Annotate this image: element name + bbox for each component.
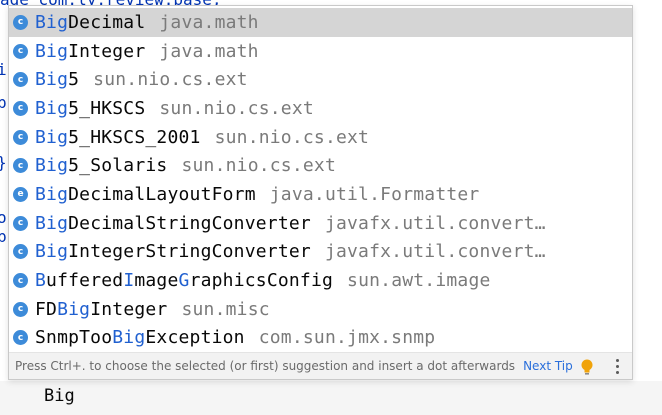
completion-item-name: Big5_HKSCS_2001 (35, 127, 201, 148)
completion-item-name: FDBigInteger (35, 299, 167, 320)
name-segment: Decimal (68, 11, 146, 33)
completion-item[interactable]: c Big5_Solaris sun.nio.cs.ext (9, 151, 632, 180)
completion-item-package: java.math (159, 11, 259, 33)
completion-item-name: BufferedImageGraphicsConfig (35, 270, 333, 291)
completion-item-package: sun.nio.cs.ext (159, 97, 314, 119)
name-segment: Exception (145, 327, 245, 349)
completion-item-name: Big5_Solaris (35, 155, 167, 176)
completion-item[interactable]: c BigDecimal java.math (9, 8, 632, 37)
next-tip-link[interactable]: Next Tip (523, 359, 573, 373)
completion-item-package: sun.awt.image (347, 270, 491, 292)
name-segment: IntegerStringConverter (68, 241, 311, 263)
code-fragment: i (0, 60, 7, 79)
completion-item-package: javafx.util.convert… (324, 241, 546, 263)
match-highlight: Big (35, 183, 69, 205)
completion-item-name: SnmpTooBigException (35, 327, 245, 348)
class-icon: c (13, 244, 28, 260)
name-segment: raphicsConfig (189, 270, 334, 292)
match-highlight: Big (57, 298, 91, 320)
more-vertical-icon[interactable] (616, 358, 620, 374)
completion-item[interactable]: c BigDecimalStringConverter javafx.util.co… (9, 209, 632, 238)
completion-item[interactable]: c Big5_HKSCS sun.nio.cs.ext (9, 94, 632, 123)
class-icon: c (13, 158, 28, 174)
completion-footer: Press Ctrl+. to choose the selected (or … (9, 352, 632, 379)
editor-current-line (0, 381, 662, 415)
completion-item-package: com.sun.jmx.snmp (258, 327, 436, 349)
code-fragment: b (0, 227, 7, 246)
completion-item-name: Big5_HKSCS (35, 98, 145, 119)
footer-tip-text: Press Ctrl+. to choose the selected (or … (15, 359, 516, 373)
class-icon: c (13, 301, 28, 317)
code-fragment: p (0, 93, 7, 112)
name-segment: mage (134, 270, 179, 292)
class-icon: c (13, 43, 28, 59)
class-icon: c (13, 273, 28, 289)
class-icon: c (13, 72, 28, 88)
name-segment: 5_HKSCS_2001 (68, 126, 201, 148)
match-highlight: B (35, 270, 47, 292)
completion-item-name: Big5 (35, 69, 79, 90)
match-highlight: Big (35, 155, 69, 177)
name-segment: 5_HKSCS (68, 97, 146, 119)
name-segment: DecimalLayoutForm (68, 183, 256, 205)
match-highlight: Big (35, 241, 69, 263)
match-highlight: Big (112, 327, 146, 349)
name-segment: DecimalStringConverter (68, 212, 311, 234)
match-highlight: I (123, 270, 135, 292)
class-icon: c (13, 14, 28, 30)
name-segment: SnmpToo (35, 327, 113, 349)
code-fragment: o (0, 208, 7, 227)
class-icon: c (13, 129, 28, 145)
completion-item-package: javafx.util.convert… (324, 212, 546, 234)
name-segment: 5_Solaris (68, 155, 168, 177)
match-highlight: Big (35, 126, 69, 148)
completion-item[interactable]: c Big5_HKSCS_2001 sun.nio.cs.ext (9, 123, 632, 152)
class-icon: c (13, 100, 28, 116)
name-segment: Integer (90, 298, 168, 320)
class-icon: c (13, 330, 28, 346)
match-highlight: Big (35, 212, 69, 234)
completion-list: c BigDecimal java.math c BigInteger java.math… (9, 8, 632, 352)
name-segment: 5 (68, 69, 80, 91)
name-segment: Integer (68, 40, 146, 62)
lightbulb-icon[interactable] (580, 359, 594, 375)
completion-item[interactable]: c SnmpTooBigException com.sun.jmx.snmp (9, 324, 632, 353)
match-highlight: Big (35, 11, 69, 33)
completion-item[interactable]: c FDBigInteger sun.misc (9, 295, 632, 324)
completion-item-package: sun.misc (181, 298, 270, 320)
name-segment: uffered (46, 270, 124, 292)
completion-item-name: BigDecimalLayoutForm (35, 184, 256, 205)
completion-item-name: BigInteger (35, 41, 145, 62)
code-fragment: } (0, 153, 7, 172)
completion-item-package: sun.nio.cs.ext (93, 69, 248, 91)
match-highlight: Big (35, 40, 69, 62)
completion-item[interactable]: c BigInteger java.math (9, 37, 632, 66)
match-highlight: G (178, 270, 190, 292)
completion-item[interactable]: c Big5 sun.nio.cs.ext (9, 65, 632, 94)
completion-item-name: BigIntegerStringConverter (35, 241, 311, 262)
completion-item-package: sun.nio.cs.ext (214, 126, 370, 148)
completion-item-name: BigDecimalStringConverter (35, 213, 311, 234)
completion-popup: c BigDecimal java.math c BigInteger java.math… (8, 5, 633, 380)
completion-item[interactable]: c BufferedImageGraphicsConfig sun.awt.imag… (9, 266, 632, 295)
completion-item[interactable]: c BigIntegerStringConverter javafx.util.co… (9, 238, 632, 267)
class-icon: c (13, 215, 28, 231)
completion-item[interactable]: e BigDecimalLayoutForm java.util.Formatter (9, 180, 632, 209)
completion-item-package: java.util.Formatter (269, 183, 480, 205)
name-segment: FD (35, 298, 58, 320)
match-highlight: Big (35, 97, 69, 119)
enum-icon: e (13, 186, 28, 202)
match-highlight: Big (35, 69, 69, 91)
completion-item-name: BigDecimal (35, 12, 145, 33)
typed-text[interactable]: Big (44, 386, 75, 406)
completion-item-package: java.math (159, 40, 259, 62)
completion-item-package: sun.nio.cs.ext (181, 155, 336, 177)
